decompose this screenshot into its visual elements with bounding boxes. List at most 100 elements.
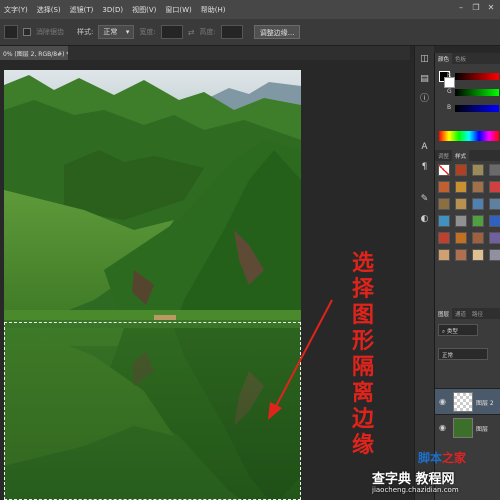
annotation-char: 图 xyxy=(351,302,374,328)
history-icon[interactable]: ◫ xyxy=(418,52,432,66)
layers-panel-tabs: 图层 通道 路径 xyxy=(435,308,500,319)
tab-color[interactable]: 颜色 xyxy=(435,53,453,64)
style-label: 样式: xyxy=(77,28,94,36)
tutorial-watermark: 查字典 教程网 jiaocheng.chazidian.com xyxy=(372,468,500,500)
annotation-char: 离 xyxy=(351,380,374,406)
anti-alias-label: 消除锯齿 xyxy=(36,28,64,36)
panel-tool-strip: ◫ ▤ ⓘ A ¶ ✎ ◐ xyxy=(414,46,434,500)
eye-icon[interactable]: ◉ xyxy=(439,397,446,406)
tab-channels[interactable]: 通道 xyxy=(452,308,469,319)
tab-styles[interactable]: 样式 xyxy=(452,150,470,161)
watermark-blue-text: 脚本 xyxy=(418,451,443,465)
style-swatch[interactable] xyxy=(472,198,484,210)
adjust-icon[interactable]: ◐ xyxy=(418,212,432,226)
green-channel-label: G xyxy=(447,88,452,95)
tab-adjustments[interactable]: 调整 xyxy=(435,150,452,161)
style-swatch[interactable] xyxy=(438,181,450,193)
style-swatch[interactable] xyxy=(472,232,484,244)
close-icon[interactable]: ✕ xyxy=(486,3,496,13)
style-swatch[interactable] xyxy=(438,232,450,244)
layer-thumbnail xyxy=(453,418,473,438)
menu-3d[interactable]: 3D(D) xyxy=(102,6,123,14)
style-swatch[interactable] xyxy=(455,232,467,244)
mountain-image xyxy=(4,70,301,500)
blend-mode-value: 正常 xyxy=(442,353,454,359)
blue-channel-label: B xyxy=(447,104,452,111)
color-panel-tabs: 颜色 色板 xyxy=(435,53,500,64)
style-swatch[interactable] xyxy=(455,249,467,261)
style-swatch[interactable] xyxy=(489,181,500,193)
annotation-text: 选 择 图 形 隔 离 边 缘 xyxy=(348,250,378,458)
height-input[interactable] xyxy=(220,25,243,39)
style-swatch[interactable] xyxy=(455,215,467,227)
style-swatch[interactable] xyxy=(472,249,484,261)
style-swatch[interactable] xyxy=(472,215,484,227)
menu-help[interactable]: 帮助(H) xyxy=(201,5,226,15)
layer-kind-label: 类型 xyxy=(446,329,458,335)
styles-panel-tabs: 调整 样式 xyxy=(435,150,500,161)
green-slider[interactable]: G xyxy=(447,88,499,96)
style-select[interactable]: 正常 ▾ xyxy=(98,25,135,39)
canvas-area[interactable]: 选 择 图 形 隔 离 边 缘 xyxy=(0,60,414,500)
styles-panel: 调整 样式 xyxy=(434,150,500,310)
tab-layers[interactable]: 图层 xyxy=(435,308,453,319)
restore-icon[interactable]: ❐ xyxy=(471,3,481,13)
menu-type[interactable]: 文字(Y) xyxy=(4,5,28,15)
character-icon[interactable]: A xyxy=(418,140,432,154)
blue-slider[interactable]: B xyxy=(447,104,499,112)
width-label: 宽度: xyxy=(139,28,156,36)
color-spectrum-bar[interactable] xyxy=(439,131,499,141)
style-swatch[interactable] xyxy=(455,198,467,210)
style-swatch[interactable] xyxy=(438,164,450,176)
color-panel: 颜色 色板 R G B xyxy=(434,53,500,153)
properties-icon[interactable]: ▤ xyxy=(418,72,432,86)
layer-kind-filter[interactable]: ⌕ 类型 xyxy=(438,324,478,336)
layer-row[interactable]: ◉ 图层 2 xyxy=(435,388,500,414)
brush-icon[interactable]: ✎ xyxy=(418,192,432,206)
layer-row[interactable]: ◉ 图层 xyxy=(435,414,500,440)
layer-name: 图层 2 xyxy=(476,400,494,407)
red-channel-label: R xyxy=(447,72,452,79)
style-swatch[interactable] xyxy=(472,164,484,176)
red-slider[interactable]: R xyxy=(447,72,499,80)
menu-filter[interactable]: 滤镜(T) xyxy=(70,5,94,15)
anti-alias-checkbox[interactable] xyxy=(23,28,31,36)
annotation-char: 形 xyxy=(351,328,374,354)
minimize-icon[interactable]: – xyxy=(456,3,466,13)
menu-select[interactable]: 选择(S) xyxy=(37,5,61,15)
info-icon[interactable]: ⓘ xyxy=(418,92,432,106)
tab-swatches[interactable]: 色板 xyxy=(452,53,469,64)
menu-window[interactable]: 窗口(W) xyxy=(165,5,191,15)
style-swatch[interactable] xyxy=(472,181,484,193)
width-input[interactable] xyxy=(160,25,183,39)
blend-mode-select[interactable]: 正常 xyxy=(438,348,488,360)
feather-input[interactable] xyxy=(4,25,18,39)
style-swatch[interactable] xyxy=(438,198,450,210)
watermark-main-text: 查字典 教程网 xyxy=(372,472,455,487)
paragraph-icon[interactable]: ¶ xyxy=(418,160,432,174)
style-swatch[interactable] xyxy=(489,249,500,261)
landscape-photo[interactable] xyxy=(4,70,301,500)
window-controls: – ❐ ✕ xyxy=(456,3,496,13)
site-watermark-logo: 脚本之家 xyxy=(418,449,466,466)
style-swatch[interactable] xyxy=(489,164,500,176)
annotation-char: 择 xyxy=(351,276,374,302)
menu-view[interactable]: 视图(V) xyxy=(132,5,156,15)
refine-edge-button[interactable]: 调整边缘... xyxy=(253,25,301,39)
style-swatch[interactable] xyxy=(455,181,467,193)
style-swatch[interactable] xyxy=(455,164,467,176)
style-swatch[interactable] xyxy=(438,215,450,227)
swap-icon[interactable]: ⇄ xyxy=(188,28,195,37)
eye-icon[interactable]: ◉ xyxy=(439,423,446,432)
style-swatch-grid xyxy=(438,164,500,261)
tab-paths[interactable]: 路径 xyxy=(469,308,486,319)
watermark-red-text: 之家 xyxy=(442,451,467,465)
style-value: 正常 xyxy=(103,28,118,36)
style-swatch[interactable] xyxy=(438,249,450,261)
watermark-url-text: jiaocheng.chazidian.com xyxy=(372,486,459,494)
style-swatch[interactable] xyxy=(489,232,500,244)
style-swatch[interactable] xyxy=(489,215,500,227)
style-swatch[interactable] xyxy=(489,198,500,210)
document-tab[interactable]: 0% (图层 2, RGB/8#) * xyxy=(0,46,68,60)
layer-thumbnail xyxy=(453,392,473,412)
